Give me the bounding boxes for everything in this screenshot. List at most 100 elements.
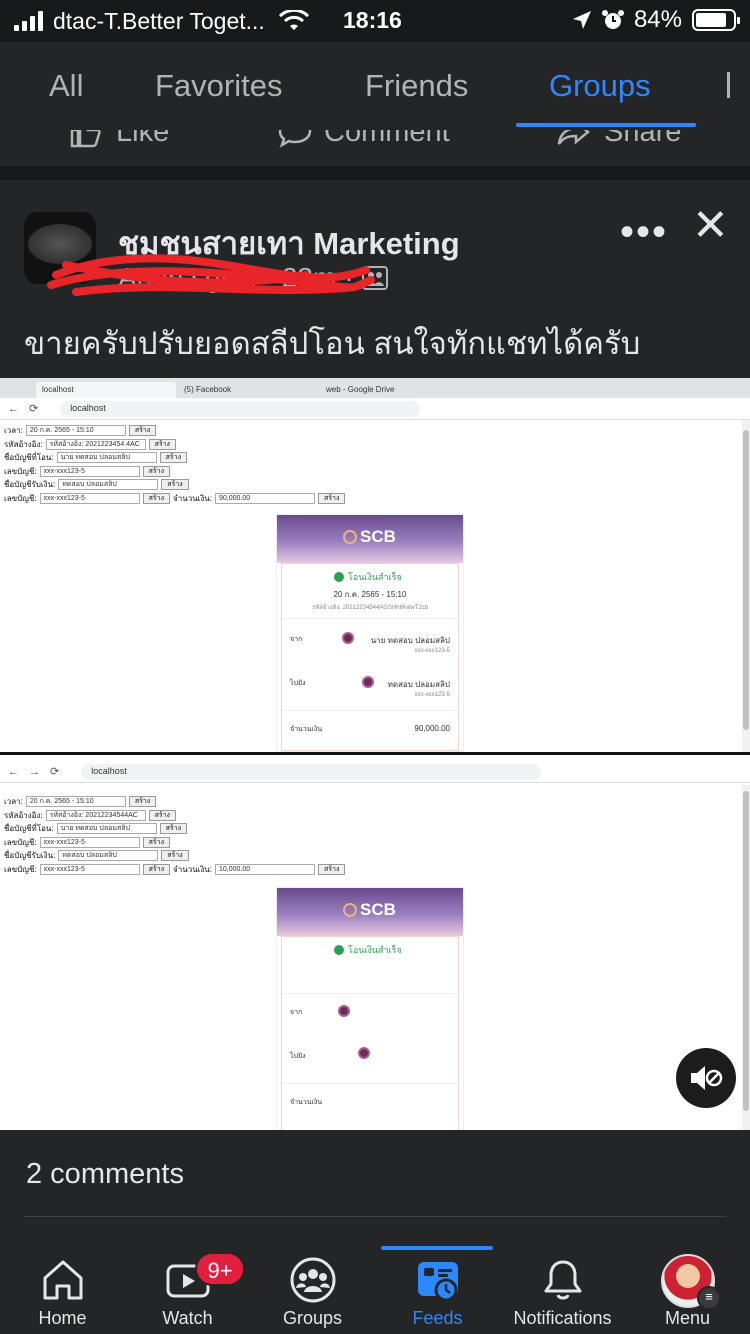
scb-slip-preview: SCB โอนเงินสำเร็จ จาก ไปยัง จำนวนเงิน [276,887,464,1130]
form-label: เลขบัญชี: [4,864,37,874]
browser-tab: localhost [36,382,176,398]
status-bar: dtac-T.Better Toget... 18:16 84% [0,0,750,42]
form-label: จำนวนเงิน: [173,864,212,874]
form-label: เลขบัญชี: [4,837,37,847]
browser-url: localhost [81,763,542,780]
scb-logo: SCB [343,900,396,920]
slip-datetime: 20 ก.ค. 2565 - 15:10 [333,590,407,599]
amount-input: 90,000.00 [215,492,315,504]
form-button: สร้าง [161,850,189,862]
nav-label: Groups [282,1308,343,1328]
form-button: สร้าง [159,452,188,464]
comment-icon [278,130,312,148]
form-button: สร้าง [142,465,171,477]
form-button: สร้าง [161,479,189,491]
amount-input: 10,000.00 [215,863,315,875]
form-label: ชื่อบัญชีที่โอน: [4,824,54,833]
browser-scrollbar [742,420,750,752]
form-button: สร้าง [142,863,171,875]
browser-address-bar: ← ⟳ localhost [0,398,750,420]
comment-button[interactable]: Comment [278,130,450,149]
browser-tab: (5) Facebook [184,385,232,394]
nav-label: Watch [162,1308,213,1328]
tab-friends[interactable]: Friends [365,68,468,104]
scb-logo: SCB [343,527,396,547]
slip-to-label: ไปยัง [290,1053,306,1060]
browser-scrollbar [742,785,750,1130]
form-input: xxx-xxx123-5 [39,863,140,875]
form-button: สร้าง [142,836,171,848]
alarm-icon [601,10,624,29]
nav-label: Notifications [513,1308,612,1328]
slip-from-label: จาก [290,636,303,643]
battery-icon [692,9,740,31]
form-input: 20 ก.ค. 2565 - 15:10 [25,425,126,437]
tab-groups[interactable]: Groups [549,68,651,104]
wifi-icon [278,10,309,30]
groups-icon [290,1257,335,1303]
form-input: นาย ทดสอบ ปลอมสลิป [56,452,157,464]
nav-watch[interactable]: 9+ Watch [125,1246,250,1334]
post-image[interactable]: localhost (5) Facebook web - Google Driv… [0,378,750,1130]
menu-icon: ≡ [697,1286,721,1310]
success-status: โอนเงินสำเร็จ [334,943,402,957]
carrier-name: dtac-T.Better Toget... [53,7,265,34]
form-label: เลขบัญชี: [4,493,37,503]
bank-pin-icon [338,1005,350,1017]
more-options-icon[interactable]: ••• [620,210,666,254]
form-button: สร้าง [318,492,346,504]
tab-all[interactable]: All [49,68,83,104]
nav-feeds[interactable]: Feeds [375,1246,500,1334]
browser-url: localhost [60,400,421,417]
like-icon [70,130,101,147]
location-arrow-icon [572,11,591,29]
comments-count[interactable]: 2 comments [26,1158,184,1191]
back-icon: ← [8,765,19,778]
form-button: สร้าง [159,823,188,835]
form-input: นาย ทดสอบ ปลอมสลิป [56,823,157,835]
tab-separator [727,72,730,98]
share-button[interactable]: Share [556,130,681,149]
bank-pin-icon [342,632,354,644]
form-label: รหัสอ้างอิง: [4,439,43,449]
forward-icon: → [29,765,40,778]
form-input: ทดสอบ ปลอมสลิป [58,850,159,862]
form-input: รหัสอ้างอิง: 20212234544AC [45,809,146,821]
slip-amount-label: จำนวนเงิน [290,1099,323,1106]
slip-form: เวลา: 20 ก.ค. 2565 - 15:10 สร้าง รหัสอ้างอ… [4,795,346,876]
bank-pin-icon [358,1047,370,1059]
form-button: สร้าง [128,425,157,437]
form-button: สร้าง [318,863,346,875]
reload-icon: ⟳ [50,766,60,778]
nav-notifications[interactable]: Notifications [500,1246,625,1334]
form-button: สร้าง [148,438,176,450]
speaker-muted-icon [691,1066,723,1090]
home-icon [43,1260,82,1300]
form-label: จำนวนเงิน: [173,493,212,503]
signal-icon [14,11,43,31]
form-label: ชื่อบัญชีที่โอน: [4,453,54,462]
bottom-nav: Home 9+ Watch Groups Feeds Notifications… [0,1246,750,1334]
like-label: Like [116,130,170,148]
form-input: xxx-xxx123-5 [39,492,140,504]
form-button: สร้าง [142,492,171,504]
nav-home[interactable]: Home [0,1246,125,1334]
clock: 18:16 [343,7,402,33]
mute-toggle[interactable] [676,1048,736,1108]
nav-menu[interactable]: ≡ Menu [625,1246,750,1334]
slip-from-label: จาก [290,1009,303,1016]
previous-post-actions: Like Comment Share [0,130,750,166]
share-label: Share [604,130,682,148]
tab-favorites[interactable]: Favorites [155,68,282,104]
form-label: เวลา: [4,797,23,806]
close-icon[interactable]: ✕ [692,204,732,248]
form-button: สร้าง [128,796,157,808]
slip-amount: 90,000.00 [414,724,450,733]
battery-percent: 84% [633,6,682,33]
nav-label: Menu [664,1308,711,1328]
post-text: ขายครับปรับยอดสลีปโอน สนใจทักแชทได้ครับ [24,326,641,361]
like-button[interactable]: Like [70,130,169,149]
nav-groups[interactable]: Groups [250,1246,375,1334]
form-input: xxx-xxx123-5 [39,465,140,477]
browser-window-bottom: ← → ⟳ localhost เวลา: 20 ก.ค. 2565 - 15:1… [0,752,750,1130]
